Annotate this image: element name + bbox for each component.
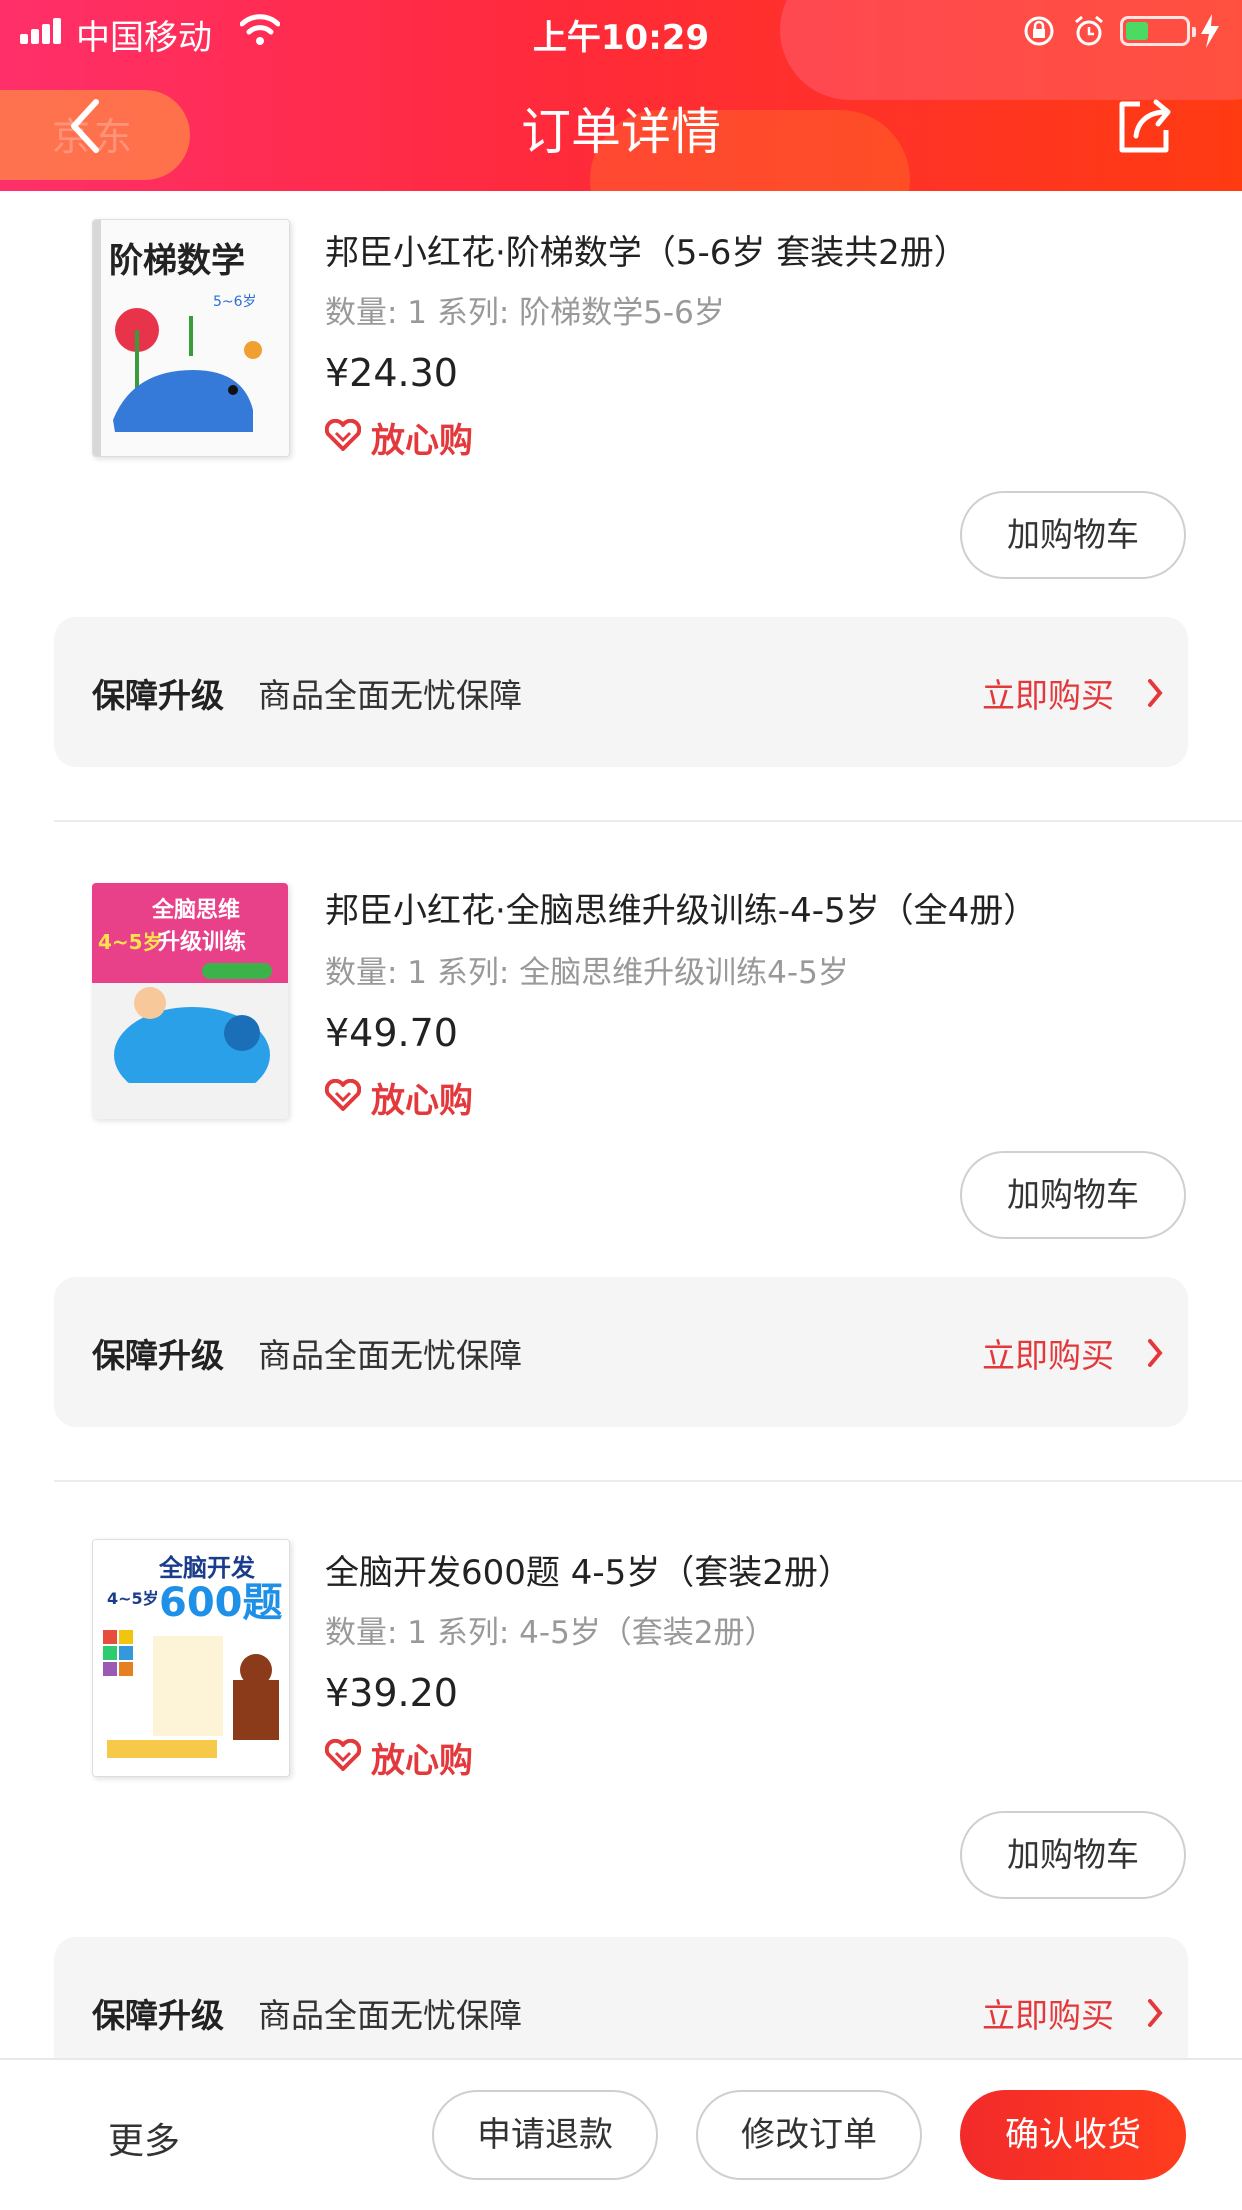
chevron-right-icon: [1148, 1339, 1163, 1367]
book-cover-image: 阶梯数学 5~6岁: [93, 220, 289, 456]
alarm-icon: [1075, 15, 1103, 46]
chevron-right-icon: [1148, 1999, 1163, 2027]
guarantee-upgrade-row[interactable]: 保障升级 商品全面无忧保障 立即购买: [54, 1277, 1188, 1427]
divider: [54, 1480, 1242, 1482]
chevron-right-icon: [1148, 679, 1163, 707]
product-meta: 数量: 1 系列: 全脑思维升级训练4-5岁: [325, 955, 849, 991]
svg-text:4~5岁: 4~5岁: [98, 930, 163, 954]
divider: [54, 820, 1242, 822]
guarantee-desc: 商品全面无忧保障: [258, 1996, 522, 2035]
trust-label: 放心购: [371, 421, 473, 461]
heart-icon: [325, 1739, 361, 1771]
battery-icon: [1120, 16, 1196, 46]
product-price: ¥49.70: [325, 1011, 458, 1055]
guarantee-label: 保障升级: [92, 676, 224, 715]
svg-text:4~5岁: 4~5岁: [107, 1589, 159, 1608]
add-to-cart-button[interactable]: 加购物车: [960, 491, 1186, 579]
svg-text:600题: 600题: [159, 1580, 283, 1626]
buy-now-link[interactable]: 立即购买: [982, 1329, 1114, 1377]
guarantee-label: 保障升级: [92, 1996, 224, 2035]
trust-label: 放心购: [371, 1081, 473, 1121]
product-price: ¥24.30: [325, 351, 458, 395]
svg-text:阶梯数学: 阶梯数学: [109, 241, 245, 281]
svg-text:升级训练: 升级训练: [158, 929, 246, 955]
buy-now-link[interactable]: 立即购买: [982, 669, 1114, 717]
guarantee-desc: 商品全面无忧保障: [258, 1336, 522, 1375]
guarantee-label: 保障升级: [92, 1336, 224, 1375]
product-title[interactable]: 全脑开发600题 4-5岁（套装2册）: [325, 1545, 852, 1594]
add-to-cart-button[interactable]: 加购物车: [960, 1811, 1186, 1899]
rotation-lock-icon: [1024, 16, 1054, 46]
svg-text:5~6岁: 5~6岁: [213, 294, 257, 310]
trust-label: 放心购: [371, 1741, 473, 1781]
more-button[interactable]: 更多: [108, 2112, 180, 2164]
apply-refund-button[interactable]: 申请退款: [432, 2090, 658, 2180]
product-meta: 数量: 1 系列: 4-5岁（套装2册）: [325, 1615, 776, 1651]
add-to-cart-button[interactable]: 加购物车: [960, 1151, 1186, 1239]
share-icon[interactable]: [1112, 94, 1176, 158]
product-thumbnail[interactable]: 全脑思维 4~5岁 升级训练: [92, 883, 288, 1119]
confirm-receipt-button[interactable]: 确认收货: [960, 2090, 1186, 2180]
book-cover-image: 全脑思维 4~5岁 升级训练: [92, 883, 288, 1119]
product-thumbnail[interactable]: 阶梯数学 5~6岁: [92, 219, 290, 457]
book-cover-image: 全脑开发 4~5岁 600题: [93, 1540, 289, 1776]
svg-text:全脑思维: 全脑思维: [151, 897, 240, 923]
heart-icon: [325, 1079, 361, 1111]
guarantee-desc: 商品全面无忧保障: [258, 676, 522, 715]
svg-text:全脑开发: 全脑开发: [158, 1554, 255, 1582]
product-title[interactable]: 邦臣小红花·全脑思维升级训练-4-5岁（全4册）: [325, 883, 1037, 932]
buy-now-link[interactable]: 立即购买: [982, 1989, 1114, 2037]
status-bar: 中国移动 上午10:29: [0, 0, 1242, 62]
page-title: 订单详情: [521, 103, 721, 161]
charging-icon: [1201, 14, 1219, 48]
heart-icon: [325, 419, 361, 451]
product-meta: 数量: 1 系列: 阶梯数学5-6岁: [325, 295, 725, 331]
product-thumbnail[interactable]: 全脑开发 4~5岁 600题: [92, 1539, 290, 1777]
header: 中国移动 上午10:29 京东 订单详情: [0, 0, 1242, 191]
modify-order-button[interactable]: 修改订单: [696, 2090, 922, 2180]
product-title[interactable]: 邦臣小红花·阶梯数学（5-6岁 套装共2册）: [325, 225, 968, 274]
bottom-action-bar: 更多 申请退款 修改订单 确认收货: [0, 2058, 1242, 2210]
product-price: ¥39.20: [325, 1671, 458, 1715]
guarantee-upgrade-row[interactable]: 保障升级 商品全面无忧保障 立即购买: [54, 617, 1188, 767]
